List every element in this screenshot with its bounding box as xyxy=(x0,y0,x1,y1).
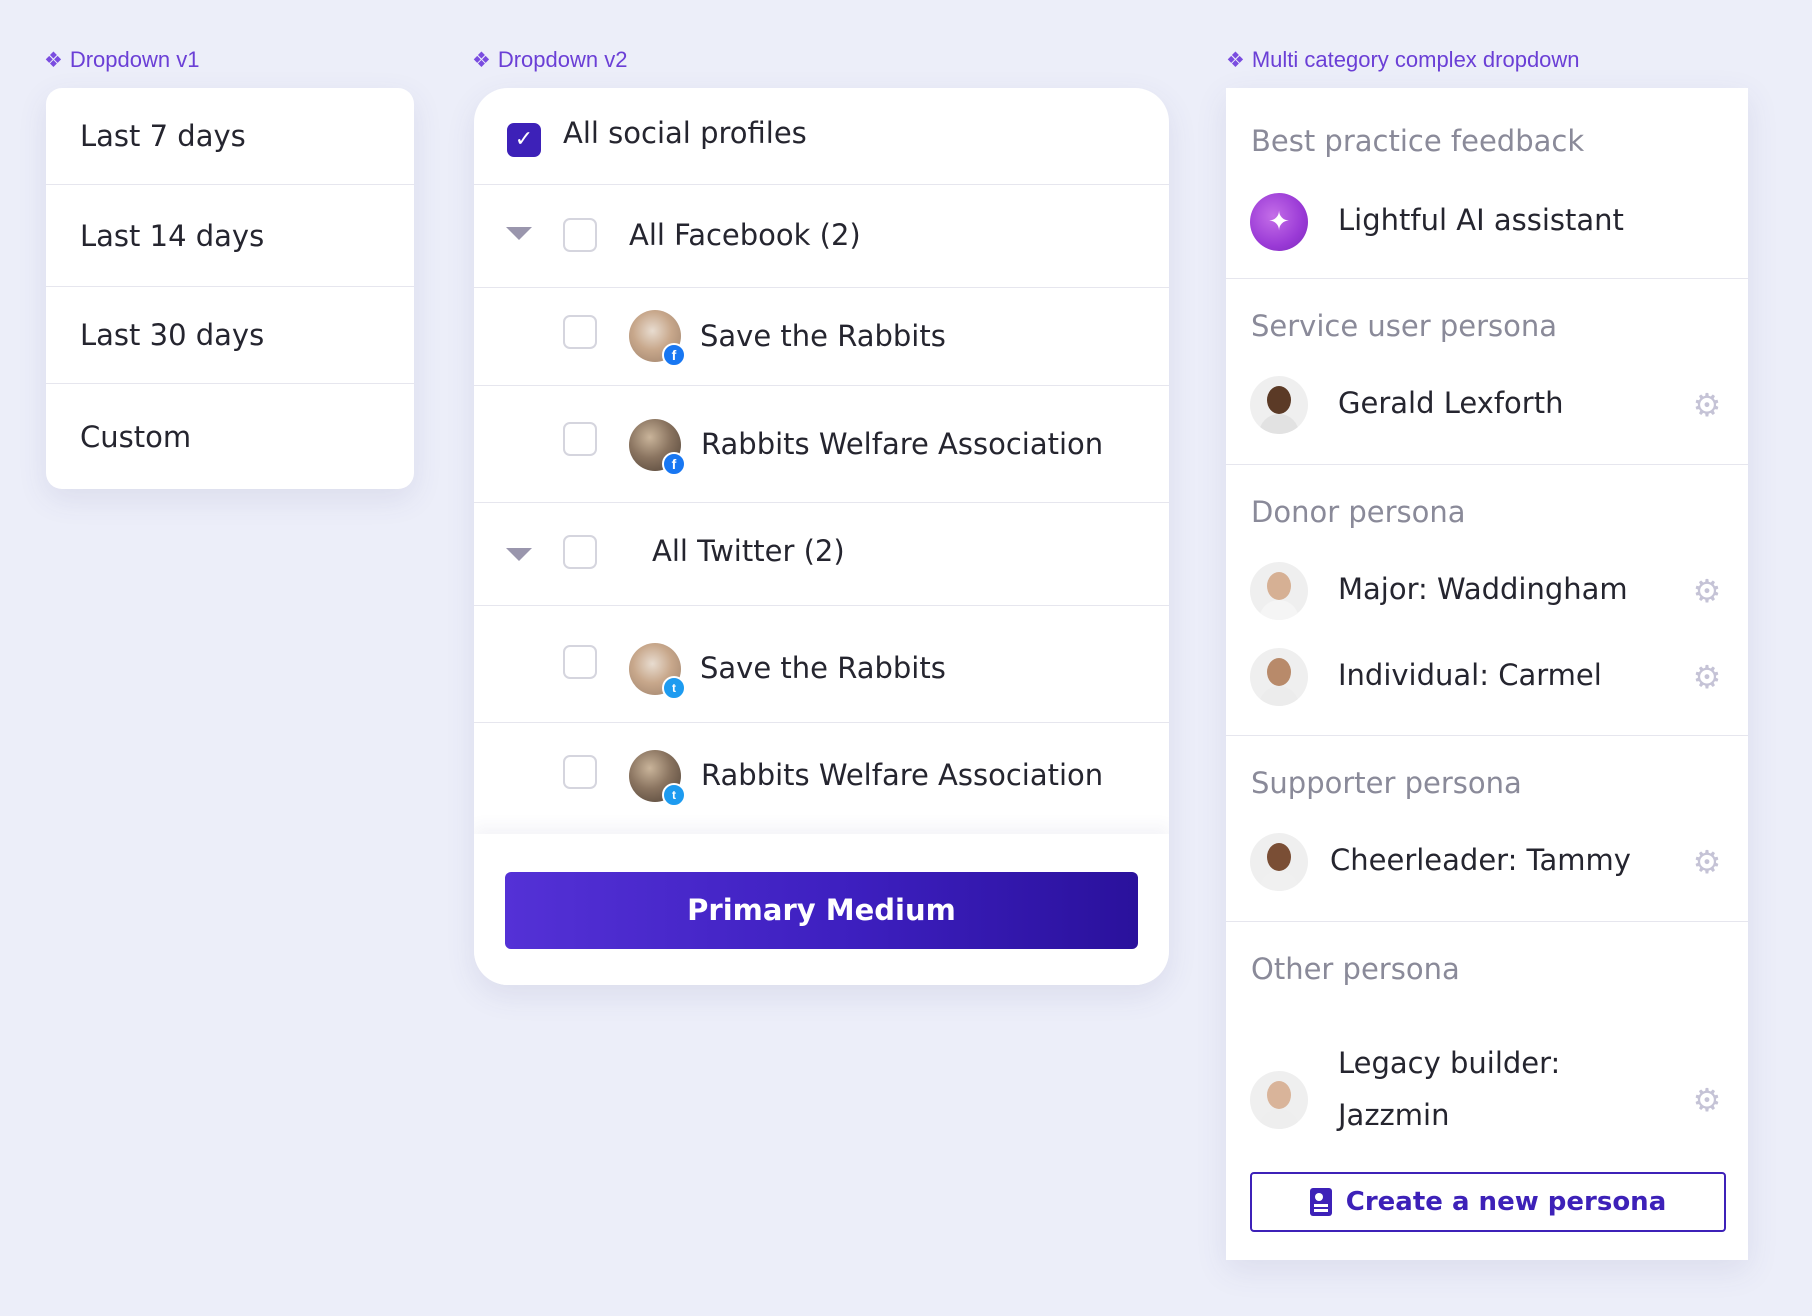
category-title: Other persona xyxy=(1251,952,1460,986)
category-title: Donor persona xyxy=(1251,495,1466,529)
twitter-profile-row[interactable]: t Rabbits Welfare Association xyxy=(474,722,1169,834)
multi-category-dropdown: Best practice feedback ✦ Lightful AI ass… xyxy=(1226,88,1748,1260)
multi-category-label: ❖ Multi category complex dropdown xyxy=(1226,47,1580,73)
option-last-7-days[interactable]: Last 7 days xyxy=(46,88,414,184)
facebook-group-label: All Facebook (2) xyxy=(629,218,861,252)
gear-icon[interactable]: ⚙ xyxy=(1692,389,1722,421)
facebook-icon: f xyxy=(662,452,686,476)
persona-item-gerald[interactable]: Gerald Lexforth ⚙ xyxy=(1226,376,1748,446)
contact-book-icon xyxy=(1309,1188,1332,1216)
avatar xyxy=(1250,562,1308,620)
primary-medium-button[interactable]: Primary Medium xyxy=(505,872,1138,949)
persona-name: Individual: Carmel xyxy=(1338,658,1602,692)
profile-checkbox[interactable] xyxy=(563,422,597,456)
category-best-practice: Best practice feedback ✦ Lightful AI ass… xyxy=(1226,88,1748,278)
component-icon: ❖ xyxy=(44,48,63,72)
dropdown-footer: Primary Medium xyxy=(474,834,1169,985)
gear-icon[interactable]: ⚙ xyxy=(1692,846,1722,878)
category-title: Service user persona xyxy=(1251,309,1558,343)
option-last-14-days[interactable]: Last 14 days xyxy=(46,184,414,286)
sparkle-icon: ✦ xyxy=(1250,193,1308,251)
avatar xyxy=(1250,833,1308,891)
category-title: Best practice feedback xyxy=(1251,124,1585,158)
dropdown-v2-title: Dropdown v2 xyxy=(497,47,628,72)
chevron-down-icon[interactable] xyxy=(506,548,532,561)
all-profiles-checkbox[interactable]: ✓ xyxy=(507,123,541,157)
twitter-group-checkbox[interactable] xyxy=(563,535,597,569)
avatar xyxy=(1250,376,1308,434)
avatar: f xyxy=(629,310,686,367)
facebook-icon: f xyxy=(662,343,686,367)
profile-name: Save the Rabbits xyxy=(700,651,946,685)
component-icon: ❖ xyxy=(1226,48,1245,72)
facebook-group-checkbox[interactable] xyxy=(563,218,597,252)
option-last-30-days[interactable]: Last 30 days xyxy=(46,286,414,383)
avatar xyxy=(1250,648,1308,706)
persona-name: Cheerleader: Tammy xyxy=(1330,843,1631,877)
gear-icon[interactable]: ⚙ xyxy=(1692,661,1722,693)
persona-item-waddingham[interactable]: Major: Waddingham ⚙ xyxy=(1226,562,1748,632)
persona-name: Major: Waddingham xyxy=(1338,572,1628,606)
persona-name: Lightful AI assistant xyxy=(1338,203,1624,237)
all-profiles-label: All social profiles xyxy=(563,116,807,150)
profile-name: Rabbits Welfare Association xyxy=(701,427,1104,461)
persona-item-carmel[interactable]: Individual: Carmel ⚙ xyxy=(1226,648,1748,718)
avatar: f xyxy=(629,419,686,476)
component-icon: ❖ xyxy=(472,48,491,72)
all-social-profiles-row[interactable]: ✓ All social profiles xyxy=(474,88,1169,184)
option-custom[interactable]: Custom xyxy=(46,383,414,489)
avatar: t xyxy=(629,750,686,807)
dropdown-v1-label: ❖ Dropdown v1 xyxy=(44,47,199,73)
persona-name: Gerald Lexforth xyxy=(1338,386,1564,420)
twitter-group-label: All Twitter (2) xyxy=(652,534,845,568)
facebook-group-row[interactable]: All Facebook (2) xyxy=(474,184,1169,287)
dropdown-v2-label: ❖ Dropdown v2 xyxy=(472,47,627,73)
category-donor: Donor persona Major: Waddingham ⚙ Indivi… xyxy=(1226,464,1748,735)
gear-icon[interactable]: ⚙ xyxy=(1692,575,1722,607)
create-persona-button[interactable]: Create a new persona xyxy=(1250,1172,1726,1232)
profile-checkbox[interactable] xyxy=(563,755,597,789)
category-title: Supporter persona xyxy=(1251,766,1522,800)
persona-item-tammy[interactable]: Cheerleader: Tammy ⚙ xyxy=(1226,833,1748,903)
persona-name-line-1: Legacy builder: xyxy=(1338,1046,1561,1080)
category-supporter: Supporter persona Cheerleader: Tammy ⚙ xyxy=(1226,735,1748,921)
multi-category-title: Multi category complex dropdown xyxy=(1251,47,1580,72)
dropdown-v1: Last 7 days Last 14 days Last 30 days Cu… xyxy=(46,88,414,489)
chevron-down-icon[interactable] xyxy=(506,227,532,240)
gear-icon[interactable]: ⚙ xyxy=(1692,1084,1722,1116)
dropdown-v2: ✓ All social profiles All Facebook (2) f… xyxy=(474,88,1169,985)
persona-item-jazzmin[interactable]: Legacy builder: Jazzmin ⚙ xyxy=(1226,1046,1748,1146)
dropdown-v1-title: Dropdown v1 xyxy=(69,47,200,72)
persona-item-ai-assistant[interactable]: ✦ Lightful AI assistant xyxy=(1226,193,1748,263)
twitter-icon: t xyxy=(662,783,686,807)
avatar xyxy=(1250,1071,1308,1129)
persona-name-line-2: Jazzmin xyxy=(1338,1098,1450,1132)
profile-checkbox[interactable] xyxy=(563,645,597,679)
category-service-user: Service user persona Gerald Lexforth ⚙ xyxy=(1226,278,1748,464)
twitter-group-row[interactable]: All Twitter (2) xyxy=(474,502,1169,605)
facebook-profile-row[interactable]: f Save the Rabbits xyxy=(474,287,1169,385)
twitter-profile-row[interactable]: t Save the Rabbits xyxy=(474,605,1169,722)
twitter-icon: t xyxy=(662,676,686,700)
profile-checkbox[interactable] xyxy=(563,315,597,349)
avatar: t xyxy=(629,643,686,700)
create-persona-label: Create a new persona xyxy=(1345,1187,1667,1217)
profile-name: Save the Rabbits xyxy=(700,319,946,353)
facebook-profile-row[interactable]: f Rabbits Welfare Association xyxy=(474,385,1169,502)
profile-name: Rabbits Welfare Association xyxy=(701,758,1104,792)
